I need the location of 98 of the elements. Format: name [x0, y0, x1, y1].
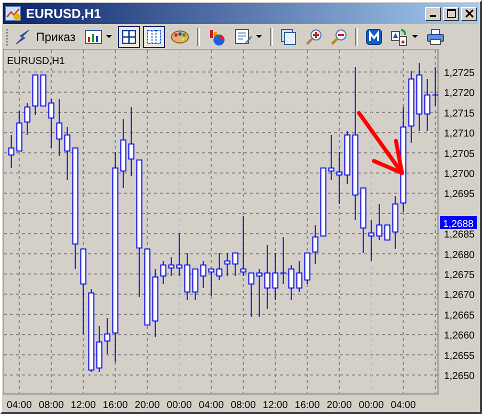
candlestick — [416, 62, 422, 132]
price-label: 1,2715 — [444, 108, 475, 120]
candlestick — [192, 268, 198, 300]
order-button[interactable]: Приказ — [12, 26, 79, 48]
bar-chart-icon — [84, 29, 103, 45]
price-label: 1,2650 — [444, 371, 475, 382]
candlestick — [64, 126, 70, 180]
candlestick — [216, 252, 222, 280]
candlestick — [208, 268, 214, 296]
candlestick — [392, 196, 398, 250]
price-label: 1,2665 — [444, 310, 475, 322]
grip-icon — [6, 28, 9, 46]
price-label: 1,2700 — [444, 169, 475, 180]
candlestick — [40, 74, 46, 106]
lightning-icon — [15, 29, 31, 45]
close-button[interactable] — [461, 6, 477, 20]
candlestick — [264, 244, 270, 310]
palette-icon — [170, 30, 189, 44]
chart-icon — [5, 6, 22, 22]
candlestick — [32, 74, 38, 116]
time-label: 00:00 — [358, 400, 384, 411]
price-label: 1,2655 — [444, 350, 475, 362]
price-label: 1,2685 — [444, 230, 475, 241]
time-label: 08:00 — [38, 400, 64, 411]
time-label: 12:00 — [70, 400, 96, 411]
window-title: EURUSD,H1 — [26, 6, 102, 21]
candlestick — [256, 268, 262, 318]
m-letter-icon — [366, 29, 382, 45]
symbol-label: EURUSD,H1 — [7, 56, 65, 67]
candlestick — [232, 252, 238, 276]
printer-icon — [426, 29, 444, 45]
price-label: 1,2675 — [444, 270, 475, 281]
candlestick — [224, 252, 230, 276]
candlestick — [104, 318, 110, 354]
candlestick — [96, 326, 102, 372]
toggle-button[interactable] — [118, 26, 140, 48]
candlestick — [336, 152, 342, 204]
price-label: 1,2710 — [444, 128, 475, 140]
zoom-in-icon — [306, 29, 322, 45]
time-label: 00:00 — [166, 400, 192, 411]
candlestick — [240, 216, 246, 276]
candlestick — [176, 232, 182, 276]
candlestick — [248, 272, 254, 318]
time-label: 20:00 — [326, 400, 352, 411]
candlestick — [360, 188, 366, 254]
time-label: 04:00 — [390, 400, 416, 411]
candlestick — [168, 256, 174, 276]
toggle-button[interactable] — [142, 26, 165, 48]
candlestick — [24, 102, 30, 136]
grid-icon — [122, 30, 136, 44]
candlestick — [184, 252, 190, 300]
price-label: 1,2680 — [444, 250, 475, 261]
arrow-drawing — [357, 111, 404, 175]
time-label: 16:00 — [294, 400, 320, 411]
candlestick — [376, 204, 382, 240]
current-price-tag: 1,2688 — [440, 216, 477, 230]
candlestick — [368, 220, 374, 262]
zoom-out-icon — [330, 29, 347, 45]
caret-icon — [412, 35, 418, 39]
windows-icon — [280, 29, 297, 45]
candlestick — [56, 98, 62, 156]
caret-icon — [256, 35, 262, 39]
candlestick — [344, 130, 350, 184]
candlestick — [304, 252, 310, 284]
time-label: 20:00 — [134, 400, 160, 411]
time-label: 04:00 — [198, 400, 224, 411]
pie-chart-icon — [208, 28, 226, 46]
candlestick — [48, 98, 54, 148]
price-label: 1,2720 — [444, 88, 475, 100]
candlestick — [328, 134, 334, 180]
candlestick — [8, 134, 14, 168]
maximize-button[interactable] — [443, 6, 459, 20]
time-label: 04:00 — [6, 400, 32, 411]
price-label: 1,2670 — [444, 290, 475, 302]
candlestick — [160, 260, 166, 284]
documents-arrow-icon — [390, 28, 409, 46]
candlestick — [16, 110, 22, 152]
candlestick — [120, 118, 126, 188]
candlestick — [128, 106, 134, 176]
candlestick — [384, 224, 390, 240]
time-label: 12:00 — [262, 400, 288, 411]
price-label: 1,2695 — [444, 189, 475, 200]
caret-icon — [106, 35, 112, 39]
minimize-button[interactable] — [425, 6, 441, 20]
close-icon — [464, 9, 474, 18]
price-label: 1,2725 — [444, 68, 475, 79]
candlestick — [152, 268, 158, 338]
time-label: 16:00 — [102, 400, 128, 411]
time-label: 08:00 — [230, 400, 256, 411]
columns-icon — [146, 30, 161, 44]
candlestick — [320, 168, 326, 236]
candlestick — [312, 224, 318, 264]
candlestick — [200, 260, 206, 288]
candlestick — [296, 260, 302, 292]
price-label: 1,2705 — [444, 148, 475, 160]
maximize-icon — [446, 9, 456, 18]
price-label: 1,2660 — [444, 330, 475, 342]
document-pen-icon — [234, 29, 253, 45]
